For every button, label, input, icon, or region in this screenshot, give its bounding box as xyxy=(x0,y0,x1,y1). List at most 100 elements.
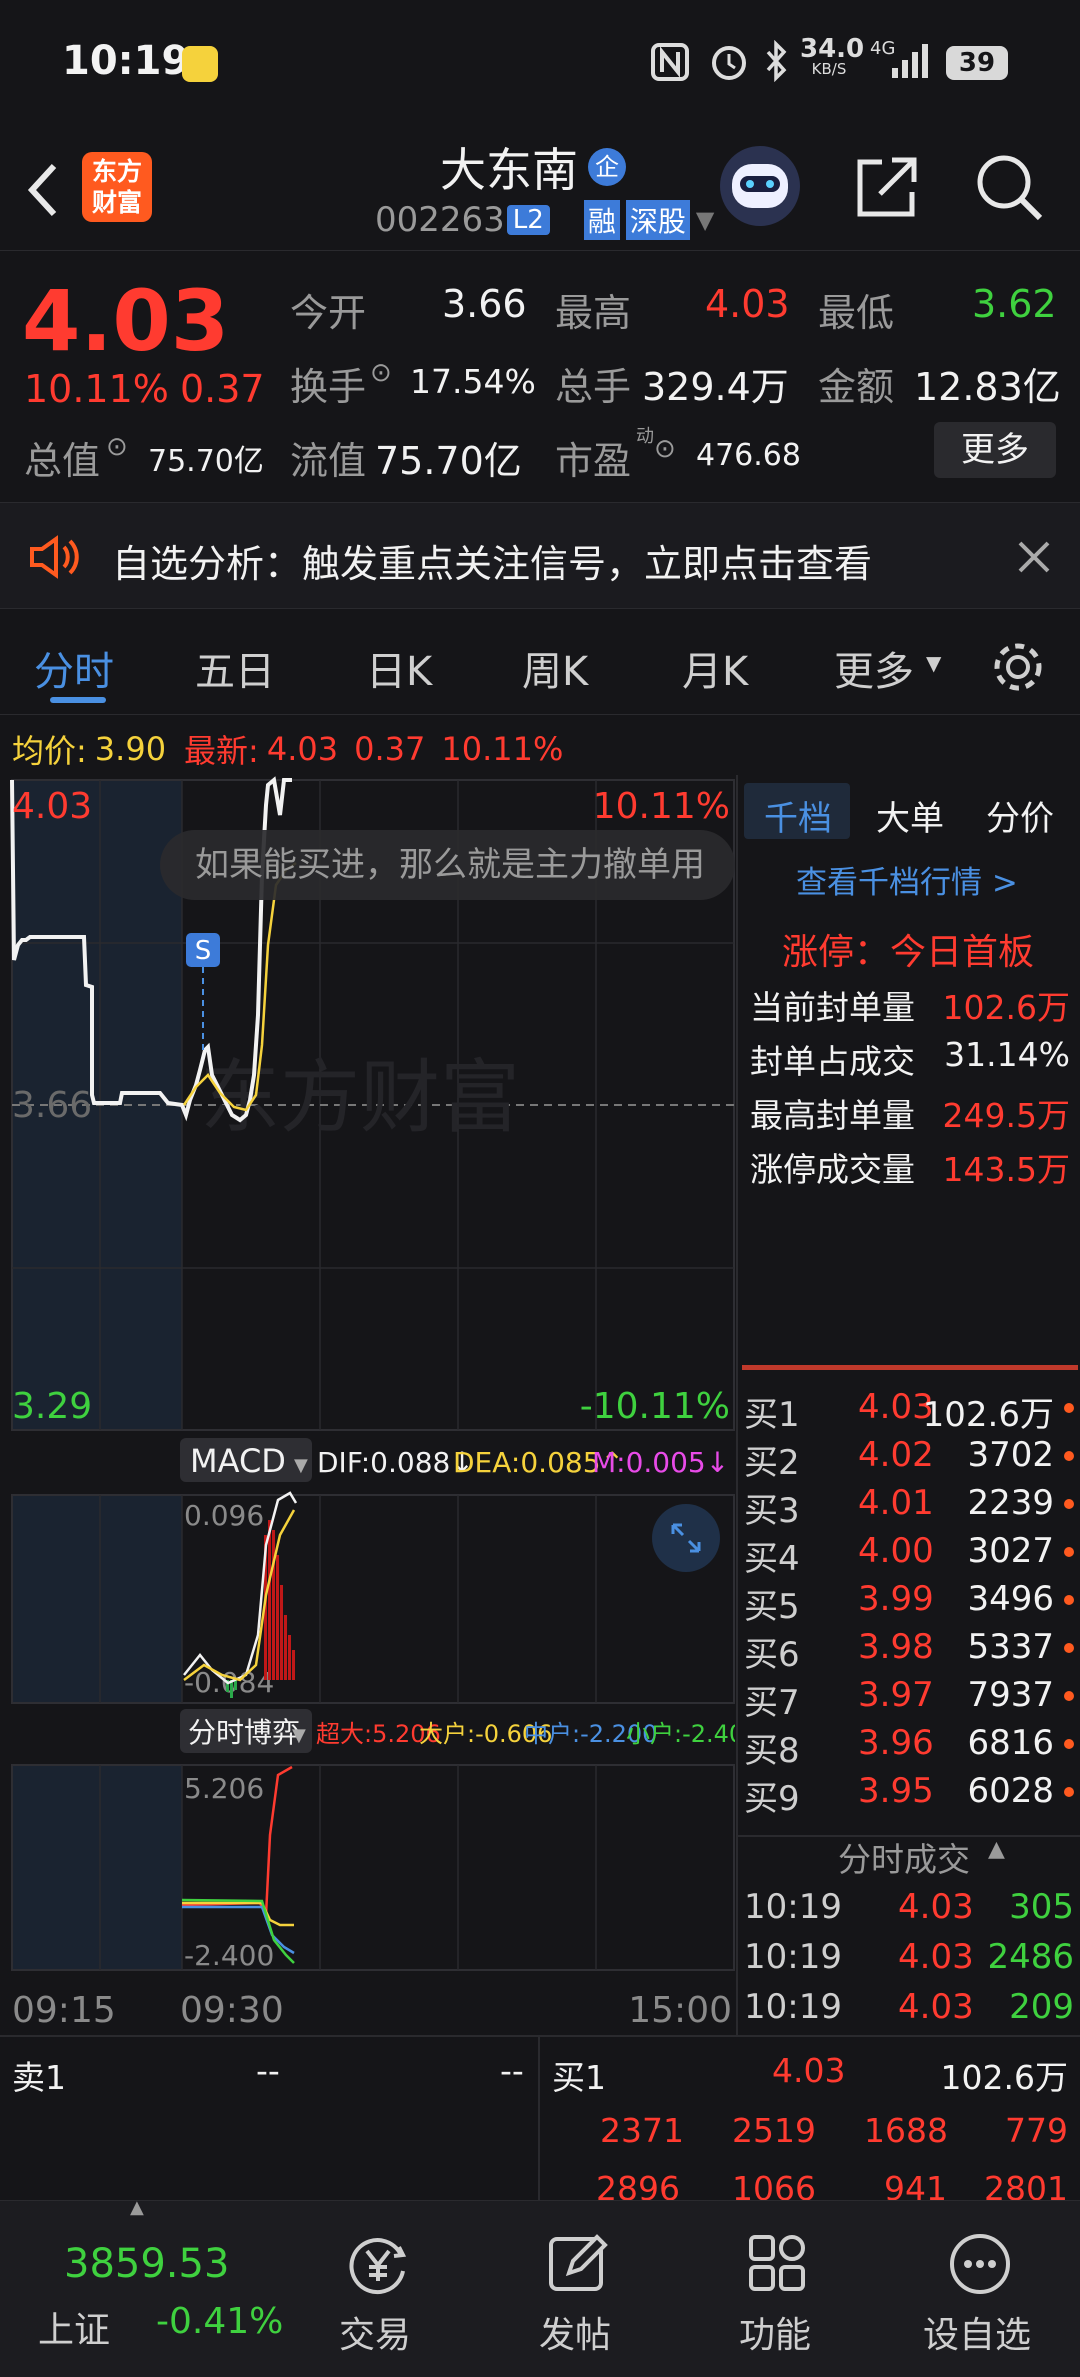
eastmoney-logo[interactable]: 东方 财富 xyxy=(82,152,152,222)
view-depth-link[interactable]: 查看千档行情 > xyxy=(796,857,1018,902)
nfc-icon xyxy=(651,43,689,81)
buy-price: 4.00 xyxy=(858,1531,934,1571)
index-name[interactable]: 上证 xyxy=(38,2301,110,2353)
watermark: 东方财富 xyxy=(200,1051,520,1144)
search-icon[interactable] xyxy=(972,150,1046,224)
buy-order-row[interactable]: 买5 3.99 3496 xyxy=(738,1577,1080,1627)
buy-order-row[interactable]: 买6 3.98 5337 xyxy=(738,1625,1080,1675)
close-icon[interactable] xyxy=(1016,539,1052,575)
queue-value: 779 xyxy=(1005,2111,1068,2150)
buy-level: 买4 xyxy=(744,1539,800,1579)
chevron-left-icon[interactable] xyxy=(22,160,62,220)
caret-down-icon[interactable]: ▼ xyxy=(926,651,941,675)
l2-badge: L2 xyxy=(506,205,550,235)
axis-mid-left: 3.66 xyxy=(12,1085,92,1126)
info-icon[interactable]: ⊙ xyxy=(106,432,128,462)
buy1-vol: 102.6万 xyxy=(940,2058,1068,2097)
caret-down-icon[interactable]: ▼ xyxy=(696,206,714,234)
tab-intraday[interactable]: 分时 xyxy=(34,639,114,697)
caret-up-icon[interactable]: ▲ xyxy=(130,2197,144,2218)
mktcap-label[interactable]: 总值 xyxy=(24,430,100,485)
stat-label: 涨停成交量 xyxy=(750,1150,915,1189)
buy-order-row[interactable]: 买1 4.03 102.6万 xyxy=(738,1385,1080,1435)
tab-daily-k[interactable]: 日K xyxy=(366,639,432,697)
tab-more[interactable]: 更多 xyxy=(834,639,914,697)
gear-icon[interactable] xyxy=(990,639,1046,695)
turnover-value: 17.54% xyxy=(410,362,536,401)
banner-text[interactable]: 自选分析：触发重点关注信号，立即点击查看 xyxy=(112,533,872,588)
buy-volume: 102.6万 xyxy=(922,1395,1054,1435)
index-value[interactable]: 3859.53 xyxy=(64,2241,229,2287)
index-change[interactable]: -0.41% xyxy=(156,2301,283,2342)
axis-bottom-right: -10.11% xyxy=(580,1386,730,1427)
info-icon[interactable]: ⊙ xyxy=(654,434,676,464)
limit-divider xyxy=(742,1365,1078,1370)
stat-label: 当前封单量 xyxy=(750,988,915,1027)
nav-post-label: 发帖 xyxy=(538,2315,611,2356)
side-panel: 千档 大单 分价 查看千档行情 > 涨停：今日首板 当前封单量 102.6万 封… xyxy=(736,775,1080,2035)
assistant-avatar[interactable] xyxy=(720,146,800,226)
buy-price: 4.01 xyxy=(858,1483,934,1523)
trade-price: 4.03 xyxy=(898,1887,974,1927)
buy-price: 3.99 xyxy=(858,1579,934,1619)
s-marker-label: S xyxy=(195,936,212,966)
buy-order-row[interactable]: 买2 4.02 3702 xyxy=(738,1433,1080,1483)
amount-label: 金额 xyxy=(818,365,895,409)
turnover-label[interactable]: 换手 xyxy=(290,356,366,411)
caret-down-icon: ▼ xyxy=(294,1455,308,1476)
float-label: 流值 xyxy=(290,439,367,483)
order-dot-icon xyxy=(1064,1547,1074,1557)
more-button[interactable]: 更多 xyxy=(934,422,1056,478)
side-tab-depth[interactable]: 千档 xyxy=(764,791,832,840)
order-dot-icon xyxy=(1064,1643,1074,1653)
game-bottom: -2.400 xyxy=(184,1939,274,1972)
time-0930: 09:30 xyxy=(180,1990,284,2031)
info-icon[interactable]: ⊙ xyxy=(370,358,392,388)
pe-sup: 动 xyxy=(636,426,654,447)
trade-volume: 305 xyxy=(1009,1887,1074,1927)
pe-label[interactable]: 市盈 xyxy=(555,430,631,485)
bottom-nav: ▲ 3859.53 上证 -0.41% 交易 发帖 功能 设自选 xyxy=(0,2197,1080,2377)
buy-order-row[interactable]: 买7 3.97 7937 xyxy=(738,1673,1080,1723)
share-icon[interactable] xyxy=(852,152,922,222)
low-value: 3.62 xyxy=(972,282,1057,326)
intraday-chart[interactable]: 东方财富 S 如果能买进，那么就是主力撤单用 4.03 10.11% 3.66 … xyxy=(0,775,735,2035)
trades-title[interactable]: 分时成交 xyxy=(838,1833,970,1881)
trade-time: 10:19 xyxy=(744,1937,842,1977)
buy-order-row[interactable]: 买3 4.01 2239 xyxy=(738,1481,1080,1531)
notification-icon xyxy=(182,46,218,82)
status-bar: 10:19 34.0 KB/S 4G 39 xyxy=(0,0,1080,120)
buy-order-row[interactable]: 买8 3.96 6816 xyxy=(738,1721,1080,1771)
game-small: 小户:-2.400 xyxy=(626,1720,735,1748)
axis-bottom-left: 3.29 xyxy=(12,1386,92,1427)
buy-order-row[interactable]: 买9 3.95 6028 xyxy=(738,1769,1080,1819)
tab-weekly-k[interactable]: 周K xyxy=(522,639,588,697)
buy-level: 买3 xyxy=(744,1491,800,1531)
expand-icon[interactable] xyxy=(652,1504,720,1572)
trade-time: 10:19 xyxy=(744,1887,842,1927)
edit-icon xyxy=(549,2234,608,2291)
side-tab-price[interactable]: 分价 xyxy=(986,791,1054,840)
buy-level: 买7 xyxy=(744,1683,800,1723)
analysis-banner[interactable]: 自选分析：触发重点关注信号，立即点击查看 xyxy=(0,503,1080,609)
buy-order-row[interactable]: 买4 4.00 3027 xyxy=(738,1529,1080,1579)
sell1-vol: -- xyxy=(500,2051,524,2090)
stat-value: 102.6万 xyxy=(942,988,1070,1027)
buy-level: 买1 xyxy=(744,1395,800,1435)
caret-up-icon[interactable]: ▲ xyxy=(988,1837,1005,1862)
order-dot-icon xyxy=(1064,1595,1074,1605)
trade-volume: 209 xyxy=(1009,1987,1074,2027)
tab-five-day[interactable]: 五日 xyxy=(195,639,275,697)
trade-volume: 2486 xyxy=(987,1937,1074,1977)
high-value: 4.03 xyxy=(705,282,790,326)
volume-value: 329.4万 xyxy=(642,365,789,409)
net-speed: 34.0 KB/S xyxy=(800,36,864,77)
side-tab-bigorder[interactable]: 大单 xyxy=(876,791,944,840)
buy-level: 买2 xyxy=(744,1443,800,1483)
trade-time: 10:19 xyxy=(744,1987,842,2027)
tab-monthly-k[interactable]: 月K xyxy=(682,639,748,697)
volume-label: 总手 xyxy=(555,365,632,409)
logo-line2: 财富 xyxy=(91,188,142,217)
axis-top-right: 10.11% xyxy=(593,786,730,827)
sell1-label: 卖1 xyxy=(12,2058,66,2097)
